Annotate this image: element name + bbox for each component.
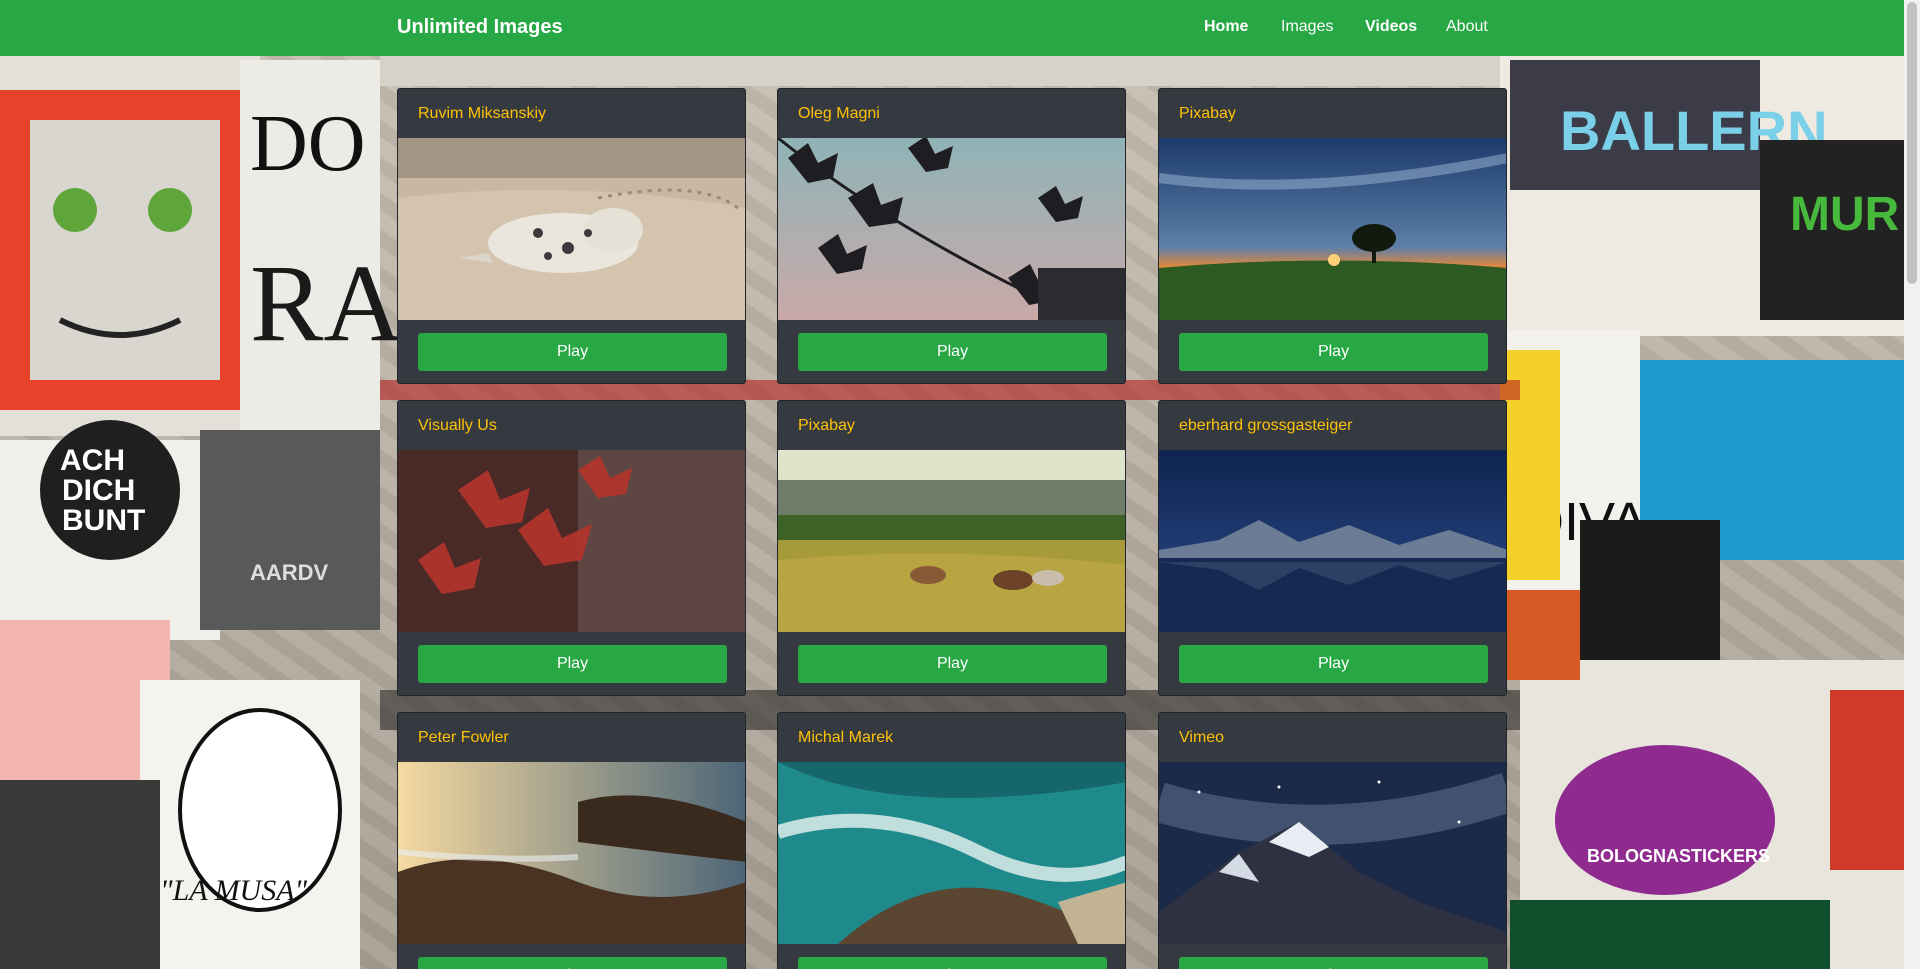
nav-link-about[interactable]: About bbox=[1446, 18, 1488, 36]
svg-text:BUNT: BUNT bbox=[62, 504, 145, 537]
video-author: eberhard grossgasteiger bbox=[1179, 417, 1353, 434]
svg-text:RA: RA bbox=[250, 242, 403, 364]
video-card: Pixabay Play bbox=[777, 400, 1126, 696]
scrollbar-thumb[interactable] bbox=[1907, 2, 1917, 284]
svg-text:ACH: ACH bbox=[60, 444, 125, 477]
video-author: Vimeo bbox=[1179, 729, 1225, 746]
play-button[interactable]: Play bbox=[798, 333, 1107, 371]
play-button[interactable]: Play bbox=[798, 645, 1107, 683]
page-scrollbar[interactable] bbox=[1904, 0, 1920, 969]
video-thumbnail-red-leaves[interactable] bbox=[398, 450, 745, 632]
video-thumbnail-rocky-coast[interactable] bbox=[398, 762, 745, 944]
video-card: Pixabay Play bbox=[1158, 88, 1507, 384]
video-author: Visually Us bbox=[418, 417, 497, 434]
video-author: Ruvim Miksanskiy bbox=[418, 105, 547, 122]
svg-text:MUR: MUR bbox=[1790, 188, 1899, 241]
play-button[interactable]: Play bbox=[418, 957, 727, 969]
video-thumbnail-cows[interactable] bbox=[778, 450, 1125, 632]
video-author: Peter Fowler bbox=[418, 729, 509, 746]
svg-text:AARDV: AARDV bbox=[250, 560, 329, 585]
play-button[interactable]: Play bbox=[1179, 333, 1488, 371]
video-card: Ruvim Miksanskiy Play bbox=[397, 88, 746, 384]
video-author: Pixabay bbox=[1179, 105, 1236, 122]
video-author: Pixabay bbox=[798, 417, 855, 434]
navbar: Unlimited Images Home Images Videos Abou… bbox=[0, 0, 1904, 56]
play-button[interactable]: Play bbox=[1179, 645, 1488, 683]
video-author: Oleg Magni bbox=[798, 105, 880, 122]
video-thumbnail-sunset[interactable] bbox=[1159, 138, 1506, 320]
play-button[interactable]: Play bbox=[418, 333, 727, 371]
svg-text:BOLOGNASTICKERS: BOLOGNASTICKERS bbox=[1587, 846, 1770, 866]
svg-text:"LA MUSA": "LA MUSA" bbox=[160, 874, 308, 907]
video-thumbnail-aerial-ocean[interactable] bbox=[778, 762, 1125, 944]
nav-link-videos[interactable]: Videos bbox=[1365, 18, 1417, 36]
video-card: Visually Us Play bbox=[397, 400, 746, 696]
video-card: Michal Marek Play bbox=[777, 712, 1126, 969]
video-thumbnail-mountain-lake[interactable] bbox=[1159, 450, 1506, 632]
video-thumbnail-milky-way[interactable] bbox=[1159, 762, 1506, 944]
video-author: Michal Marek bbox=[798, 729, 894, 746]
nav-link-home[interactable]: Home bbox=[1204, 18, 1248, 36]
video-card: Vimeo Play bbox=[1158, 712, 1507, 969]
video-card: Oleg Magni Play bbox=[777, 88, 1126, 384]
video-card: Peter Fowler Play bbox=[397, 712, 746, 969]
svg-text:DICH: DICH bbox=[62, 474, 135, 507]
video-thumbnail-leaves[interactable] bbox=[778, 138, 1125, 320]
brand-logo-link[interactable]: Unlimited Images bbox=[397, 16, 563, 39]
play-button[interactable]: Play bbox=[1179, 957, 1488, 969]
svg-text:DO: DO bbox=[250, 100, 366, 188]
nav-link-images[interactable]: Images bbox=[1281, 18, 1333, 36]
video-card: eberhard grossgasteiger Play bbox=[1158, 400, 1507, 696]
play-button[interactable]: Play bbox=[798, 957, 1107, 969]
video-thumbnail-seal[interactable] bbox=[398, 138, 745, 320]
play-button[interactable]: Play bbox=[418, 645, 727, 683]
